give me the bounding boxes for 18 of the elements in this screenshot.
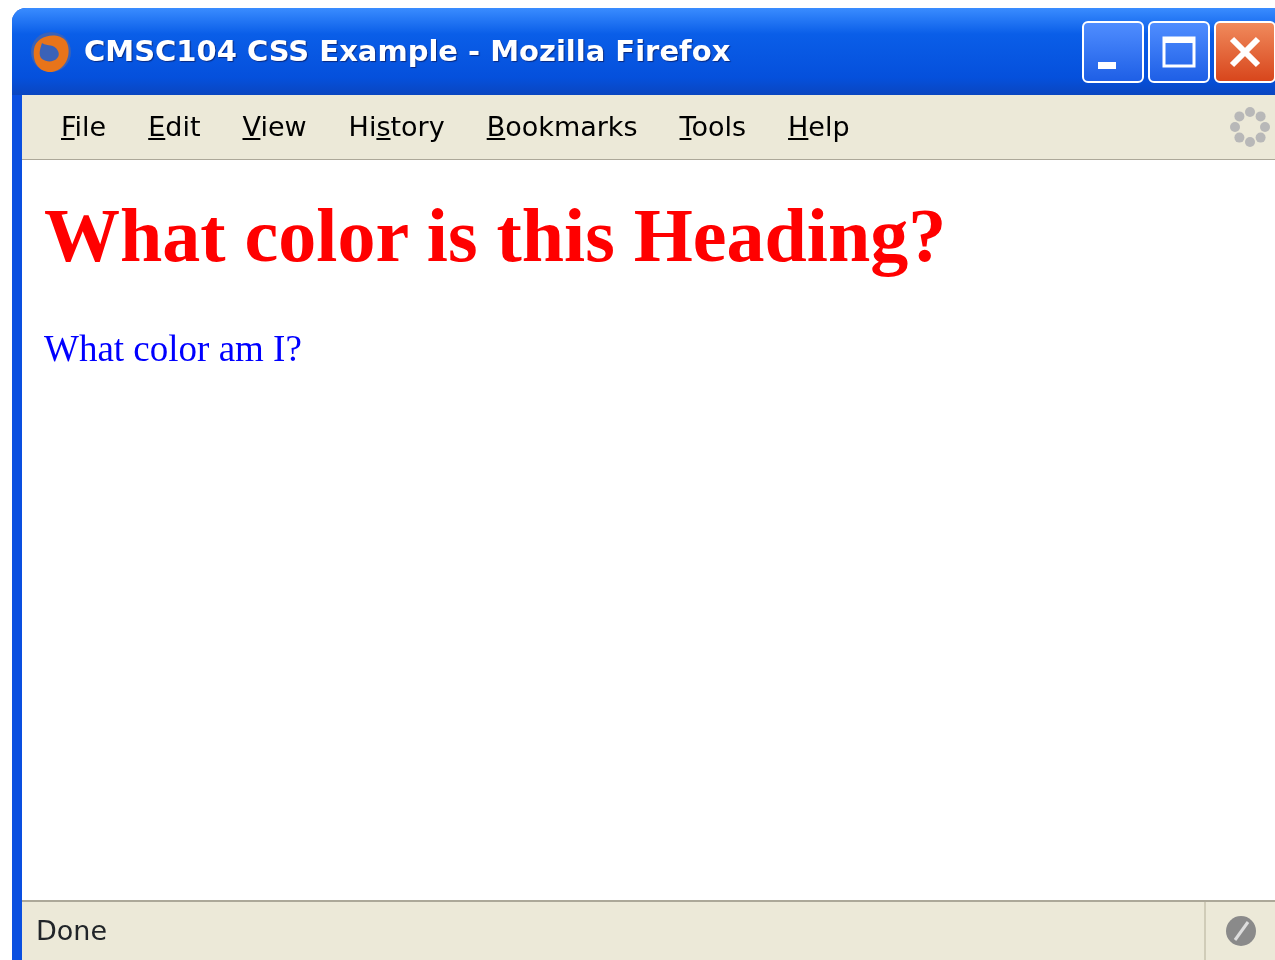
paragraph: What color am I? (44, 327, 303, 372)
maximize-icon (1161, 34, 1197, 69)
menu-item[interactable]: Help (767, 106, 871, 148)
menu-item[interactable]: Tools (658, 106, 768, 148)
throbber-icon (1228, 105, 1272, 149)
menu-item[interactable]: File (40, 106, 128, 148)
heading: What color is this Heading? (44, 192, 948, 279)
menu-item[interactable]: Edit (127, 106, 222, 148)
status-text: Done (36, 913, 108, 948)
window-title: CMSC104 CSS Example - Mozilla Firefox (84, 32, 731, 70)
menu-item[interactable]: Bookmarks (465, 106, 659, 148)
security-icon (1224, 914, 1258, 948)
minimize-icon (1098, 62, 1116, 69)
minimize-button[interactable] (1082, 20, 1144, 83)
maximize-button[interactable] (1148, 20, 1210, 83)
menu-item[interactable]: View (221, 106, 328, 148)
close-button[interactable] (1214, 20, 1275, 83)
menu-item[interactable]: History (327, 106, 466, 148)
